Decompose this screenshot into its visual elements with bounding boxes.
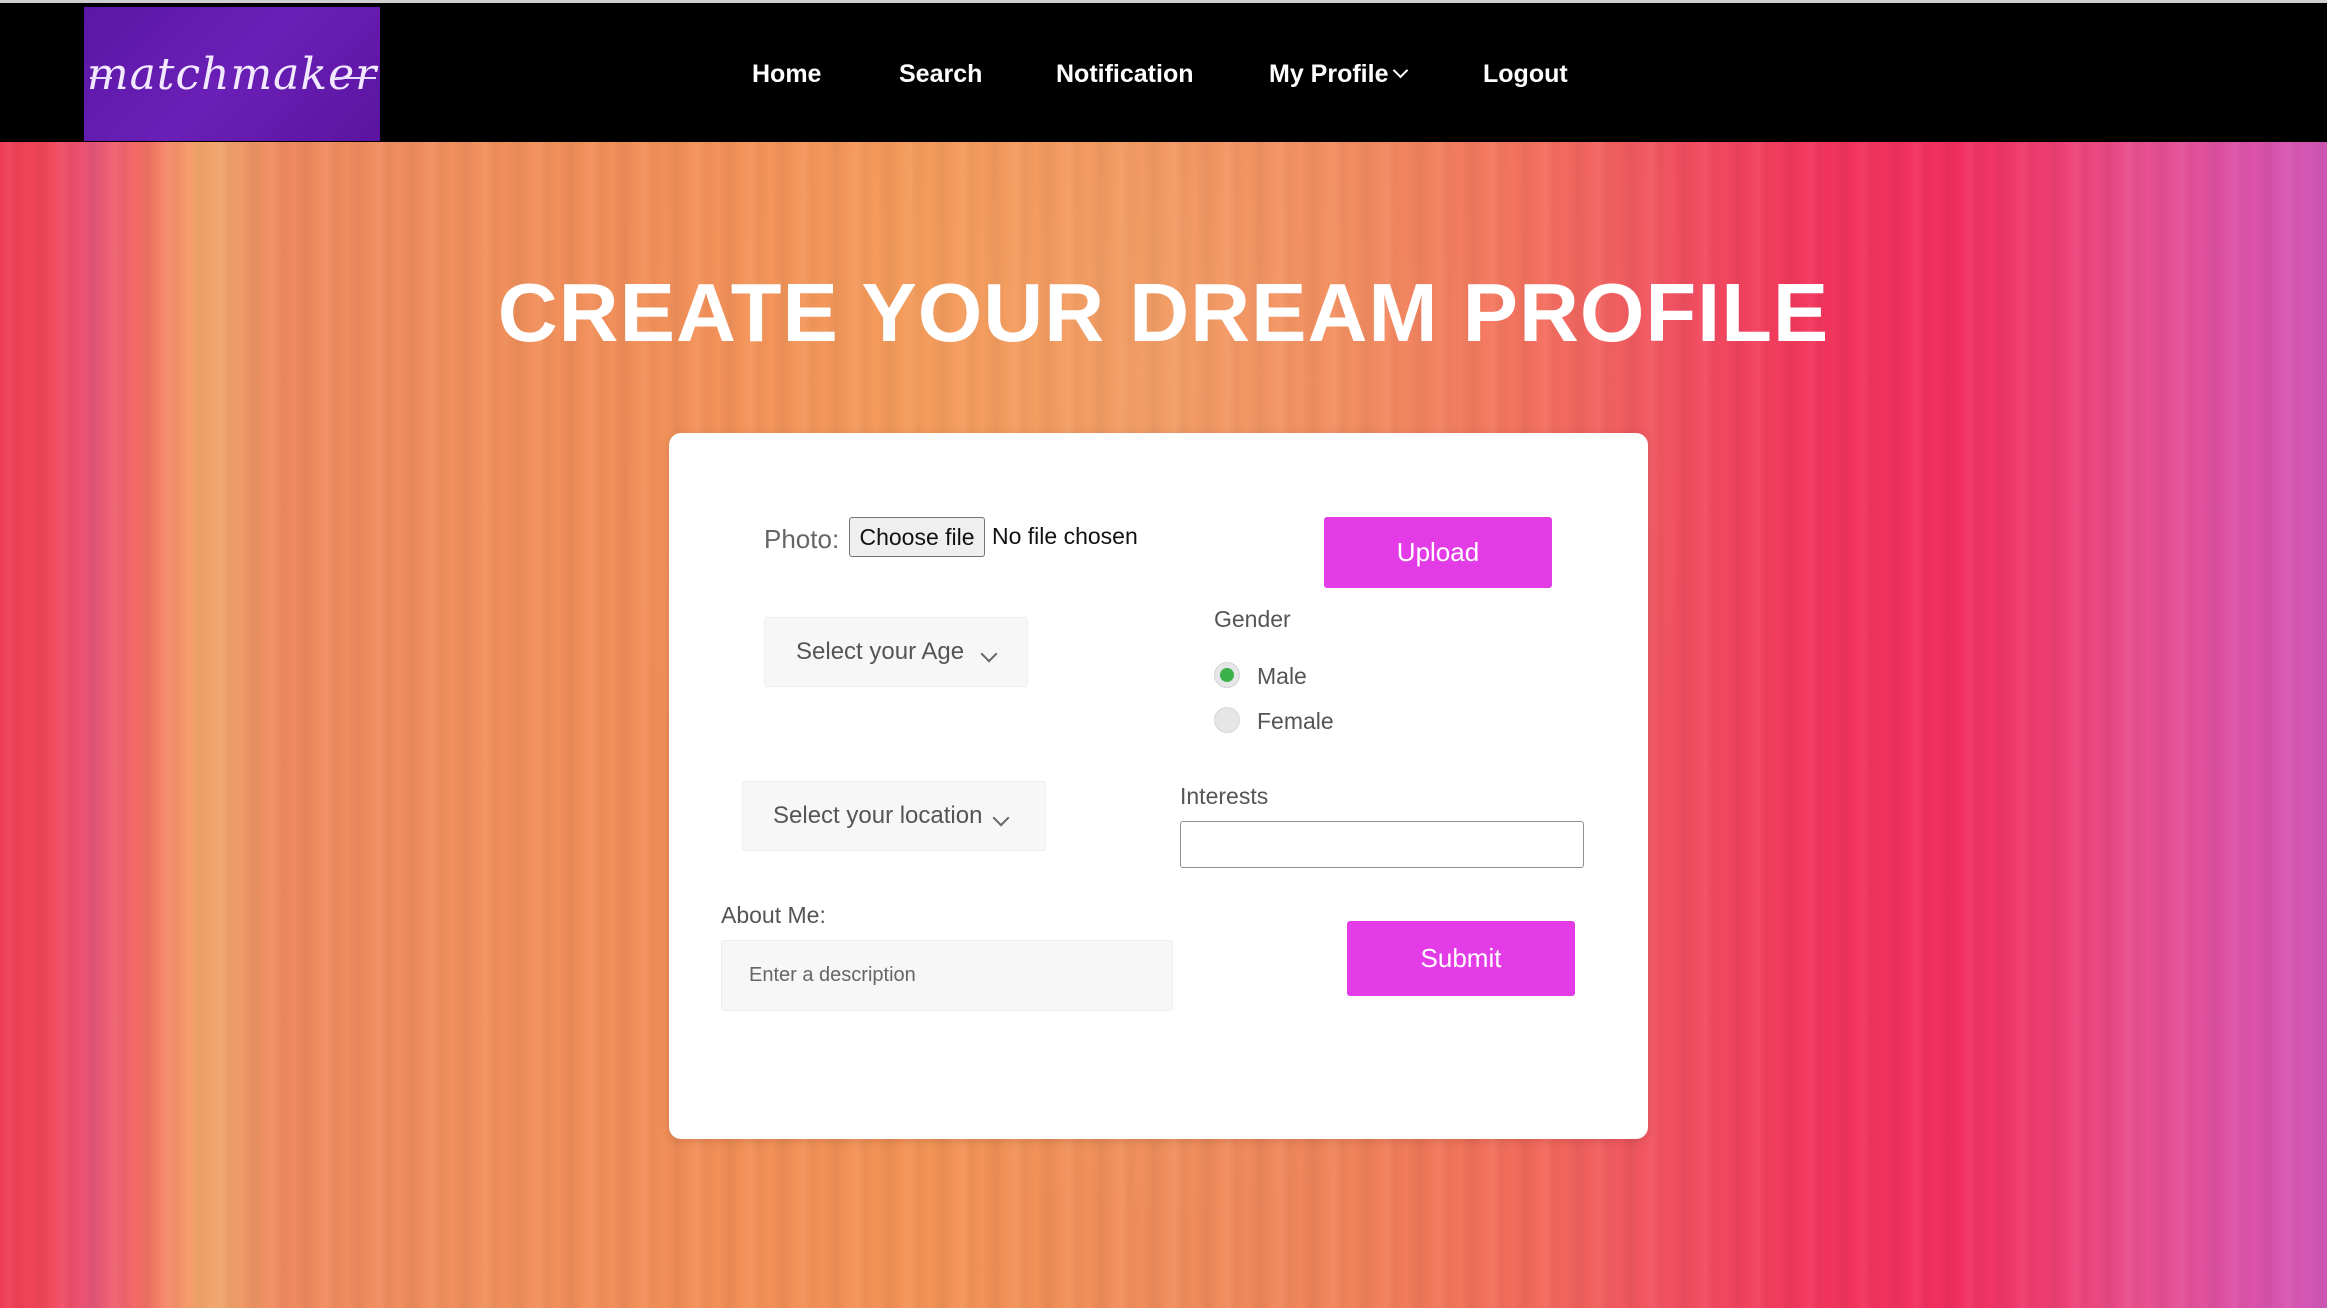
gender-option-female: Female bbox=[1257, 708, 1334, 734]
chevron-down-icon bbox=[992, 809, 1010, 827]
photo-label: Photo: bbox=[764, 524, 840, 554]
submit-button[interactable]: Submit bbox=[1347, 921, 1575, 996]
location-select-value: Select your location bbox=[773, 802, 983, 829]
interests-label: Interests bbox=[1180, 783, 1269, 809]
choose-file-button[interactable]: Choose file bbox=[849, 517, 985, 557]
upload-button[interactable]: Upload bbox=[1324, 517, 1552, 588]
location-select[interactable]: Select your location bbox=[742, 781, 1046, 851]
page-title: CREATE YOUR DREAM PROFILE bbox=[497, 266, 1830, 359]
interests-input[interactable] bbox=[1180, 821, 1584, 868]
age-select[interactable]: Select your Age bbox=[764, 617, 1028, 687]
gender-option-male: Male bbox=[1257, 663, 1307, 689]
chevron-down-icon bbox=[1393, 62, 1409, 78]
nav-notification[interactable]: Notification bbox=[1056, 60, 1194, 89]
file-status-text: No file chosen bbox=[992, 523, 1138, 549]
logo-flourish-right bbox=[336, 77, 376, 79]
nav-search[interactable]: Search bbox=[899, 60, 982, 89]
about-me-label: About Me: bbox=[721, 902, 826, 928]
profile-form-card: Photo: Choose file No file chosen Upload… bbox=[669, 433, 1648, 1139]
gender-radio-female[interactable] bbox=[1214, 707, 1240, 733]
brand-logo[interactable]: matchmaker bbox=[84, 7, 380, 141]
gender-radio-male[interactable] bbox=[1214, 662, 1240, 688]
top-navigation-bar: matchmaker Home Search Notification My P… bbox=[0, 0, 2327, 142]
about-me-textarea[interactable]: Enter a description bbox=[721, 940, 1173, 1011]
logo-text: matchmaker bbox=[86, 48, 378, 100]
nav-my-profile-label: My Profile bbox=[1269, 59, 1389, 88]
chevron-down-icon bbox=[980, 645, 998, 663]
gender-label: Gender bbox=[1214, 606, 1291, 632]
age-select-value: Select your Age bbox=[796, 638, 965, 665]
nav-logout[interactable]: Logout bbox=[1483, 60, 1568, 89]
nav-my-profile[interactable]: My Profile bbox=[1269, 59, 1409, 89]
logo-flourish-left bbox=[90, 77, 112, 79]
nav-home[interactable]: Home bbox=[752, 60, 821, 89]
